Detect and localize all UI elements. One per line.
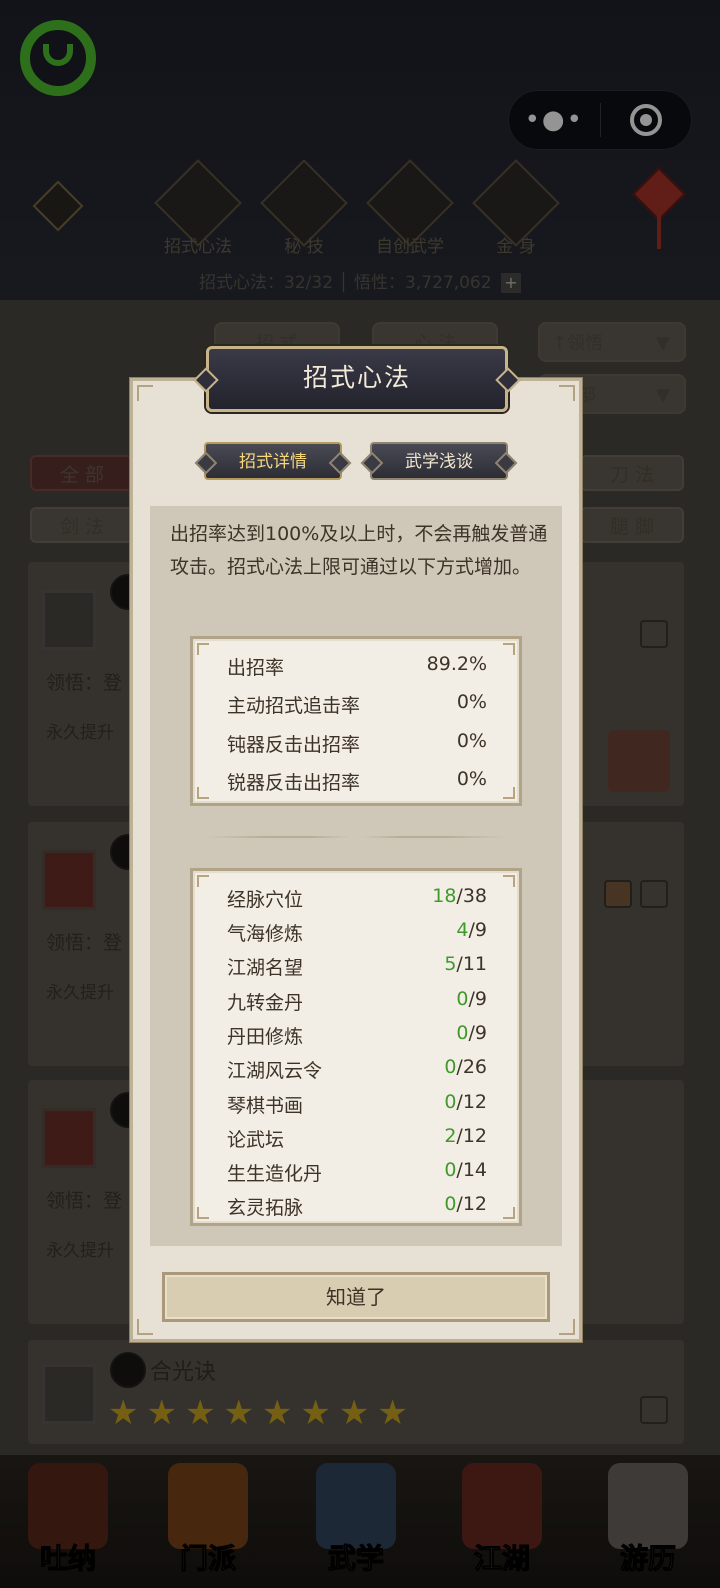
source-row: 论武坛 2/12 [227, 1125, 487, 1152]
corner-ornament [137, 1319, 153, 1335]
source-value: 4/9 [456, 919, 487, 941]
source-current: 18 [432, 885, 457, 907]
corner-ornament [137, 385, 153, 401]
source-row: 江湖名望 5/11 [227, 953, 487, 980]
source-max: /9 [468, 919, 488, 941]
source-label: 气海修炼 [227, 923, 304, 945]
tab-zhaoshi-details[interactable]: 招式详情 [204, 442, 342, 480]
corner-ornament [197, 1207, 209, 1219]
rate-value: 0% [456, 691, 487, 713]
source-current: 0 [444, 1193, 457, 1215]
rate-value: 89.2% [426, 653, 487, 675]
source-max: /11 [456, 953, 487, 975]
source-value: 0/12 [444, 1091, 487, 1113]
source-label: 江湖风云令 [227, 1060, 323, 1082]
source-row: 气海修炼 4/9 [227, 919, 487, 946]
source-max: /14 [456, 1159, 487, 1181]
source-current: 4 [456, 919, 469, 941]
source-value: 0/9 [456, 988, 487, 1010]
source-value: 18/38 [432, 885, 487, 907]
source-value: 2/12 [444, 1125, 487, 1147]
corner-ornament [503, 643, 515, 655]
source-row: 玄灵拓脉 0/12 [227, 1193, 487, 1220]
source-current: 0 [456, 1022, 469, 1044]
rate-row: 锐器反击出招率 0% [227, 768, 487, 795]
rate-row: 主动招式追击率 0% [227, 691, 487, 718]
source-max: /38 [456, 885, 487, 907]
description-text: 出招率达到100%及以上时，不会再触发普通攻击。招式心法上限可通过以下方式增加。 [170, 523, 548, 578]
source-value: 0/12 [444, 1193, 487, 1215]
source-current: 2 [444, 1125, 457, 1147]
rate-label: 锐器反击出招率 [227, 772, 361, 794]
corner-ornament [503, 875, 515, 887]
corner-ornament [559, 385, 575, 401]
rate-value: 0% [456, 768, 487, 790]
rate-label: 主动招式追击率 [227, 695, 361, 717]
source-max: /12 [456, 1091, 487, 1113]
corner-ornament [197, 875, 209, 887]
corner-ornament [197, 643, 209, 655]
source-label: 论武坛 [227, 1129, 285, 1151]
source-row: 九转金丹 0/9 [227, 988, 487, 1015]
source-row: 生生造化丹 0/14 [227, 1159, 487, 1186]
source-label: 生生造化丹 [227, 1163, 323, 1185]
dialog-title: 招式心法 [206, 346, 508, 412]
corner-ornament [503, 787, 515, 799]
source-label: 经脉穴位 [227, 889, 304, 911]
source-current: 5 [444, 953, 457, 975]
source-value: 0/26 [444, 1056, 487, 1078]
rate-value: 0% [456, 730, 487, 752]
source-current: 0 [444, 1056, 457, 1078]
corner-ornament [197, 787, 209, 799]
source-max: /9 [468, 988, 488, 1010]
source-label: 九转金丹 [227, 992, 304, 1014]
ornament-divider [206, 836, 506, 838]
source-max: /12 [456, 1125, 487, 1147]
source-row: 丹田修炼 0/9 [227, 1022, 487, 1049]
source-max: /9 [468, 1022, 488, 1044]
rate-label: 出招率 [227, 657, 285, 679]
source-value: 5/11 [444, 953, 487, 975]
source-label: 江湖名望 [227, 957, 304, 979]
sources-box[interactable]: 经脉穴位 18/38 气海修炼 4/9 江湖名望 5/11 九转金丹 0/9 丹… [190, 868, 522, 1226]
source-current: 0 [444, 1091, 457, 1113]
source-value: 0/14 [444, 1159, 487, 1181]
source-current: 0 [444, 1159, 457, 1181]
rate-label: 钝器反击出招率 [227, 734, 361, 756]
source-max: /26 [456, 1056, 487, 1078]
source-current: 0 [456, 988, 469, 1010]
source-value: 0/9 [456, 1022, 487, 1044]
source-label: 玄灵拓脉 [227, 1197, 304, 1219]
source-row: 江湖风云令 0/26 [227, 1056, 487, 1083]
source-row: 琴棋书画 0/12 [227, 1091, 487, 1118]
source-row: 经脉穴位 18/38 [227, 885, 487, 912]
rate-row: 出招率 89.2% [227, 653, 487, 680]
source-max: /12 [456, 1193, 487, 1215]
got-it-button[interactable]: 知道了 [162, 1272, 550, 1322]
source-label: 琴棋书画 [227, 1095, 304, 1117]
rates-box: 出招率 89.2% 主动招式追击率 0% 钝器反击出招率 0% 锐器反击出招率 … [190, 636, 522, 806]
rate-row: 钝器反击出招率 0% [227, 730, 487, 757]
source-label: 丹田修炼 [227, 1026, 304, 1048]
tab-wuxue-talk[interactable]: 武学浅谈 [370, 442, 508, 480]
corner-ornament [503, 1207, 515, 1219]
corner-ornament [559, 1319, 575, 1335]
